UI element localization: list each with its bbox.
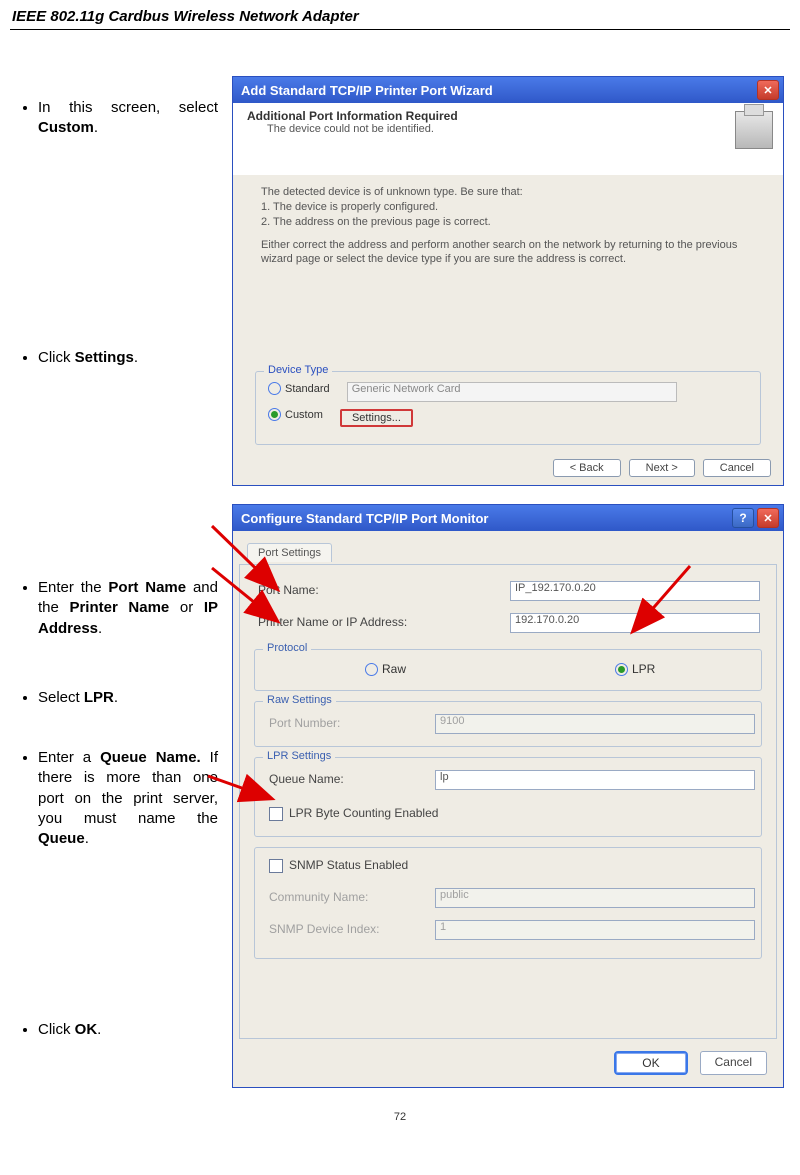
radio-custom[interactable]: Custom [268, 408, 323, 421]
cancel-button-2[interactable]: Cancel [700, 1051, 767, 1075]
instruction-step-6: Click OK. [18, 1020, 218, 1046]
checkbox-snmp[interactable]: SNMP Status Enabled [269, 858, 408, 873]
help-icon[interactable]: ? [732, 508, 754, 528]
input-port-name[interactable]: IP_192.170.0.20 [510, 581, 760, 601]
label-port-name: Port Name: [258, 583, 319, 597]
printer-icon [735, 111, 773, 149]
input-community: public [435, 888, 755, 908]
wizard-dialog: Add Standard TCP/IP Printer Port Wizard … [232, 76, 784, 486]
input-queue-name[interactable]: lp [435, 770, 755, 790]
input-printer-ip[interactable]: 192.170.0.20 [510, 613, 760, 633]
radio-raw[interactable]: Raw [365, 662, 406, 676]
wizard-title: Add Standard TCP/IP Printer Port Wizard [241, 83, 493, 98]
instruction-step-3: Enter the Port Name and the Printer Name… [18, 578, 218, 645]
instruction-step-2: Click Settings. [18, 348, 218, 374]
cancel-button[interactable]: Cancel [703, 459, 771, 477]
radio-standard[interactable]: Standard [268, 382, 330, 395]
label-community: Community Name: [269, 890, 368, 904]
label-raw-port: Port Number: [269, 716, 340, 730]
ok-button[interactable]: OK [614, 1051, 687, 1075]
input-raw-port: 9100 [435, 714, 755, 734]
label-snmp-index: SNMP Device Index: [269, 922, 380, 936]
port-monitor-dialog: Configure Standard TCP/IP Port Monitor ?… [232, 504, 784, 1088]
instruction-step-1: In this screen, select Custom. [18, 98, 218, 145]
label-queue-name: Queue Name: [269, 772, 344, 786]
device-type-group: Device Type Standard Generic Network Car… [255, 371, 761, 445]
wizard-body-text: The detected device is of unknown type. … [233, 175, 783, 277]
tab-frame: Port Name: IP_192.170.0.20 Printer Name … [239, 564, 777, 1039]
wizard-titlebar[interactable]: Add Standard TCP/IP Printer Port Wizard … [233, 77, 783, 103]
lpr-settings-group: LPR Settings Queue Name: lp LPR Byte Cou… [254, 757, 762, 837]
checkbox-lpr-bytecount[interactable]: LPR Byte Counting Enabled [269, 806, 438, 821]
device-type-combo[interactable]: Generic Network Card [347, 382, 677, 402]
wizard-subtitle: Additional Port Information Required [247, 109, 769, 123]
tab-port-settings[interactable]: Port Settings [247, 543, 332, 562]
port-monitor-title: Configure Standard TCP/IP Port Monitor [241, 511, 488, 526]
protocol-group: Protocol Raw LPR [254, 649, 762, 691]
close-icon[interactable]: ✕ [757, 80, 779, 100]
port-monitor-titlebar[interactable]: Configure Standard TCP/IP Port Monitor ?… [233, 505, 783, 531]
back-button[interactable]: < Back [553, 459, 621, 477]
raw-settings-group: Raw Settings Port Number: 9100 [254, 701, 762, 747]
wizard-subtext: The device could not be identified. [247, 123, 769, 135]
instruction-step-4: Select LPR. [18, 688, 218, 714]
snmp-group: SNMP Status Enabled Community Name: publ… [254, 847, 762, 959]
input-snmp-index: 1 [435, 920, 755, 940]
label-printer-ip: Printer Name or IP Address: [258, 615, 407, 629]
instruction-step-5: Enter a Queue Name. If there is more tha… [18, 748, 218, 855]
settings-button[interactable]: Settings... [340, 409, 413, 427]
radio-lpr[interactable]: LPR [615, 662, 655, 676]
next-button[interactable]: Next > [629, 459, 695, 477]
page-header: IEEE 802.11g Cardbus Wireless Network Ad… [0, 0, 800, 29]
page-number: 72 [0, 1111, 800, 1123]
close-icon[interactable]: ✕ [757, 508, 779, 528]
